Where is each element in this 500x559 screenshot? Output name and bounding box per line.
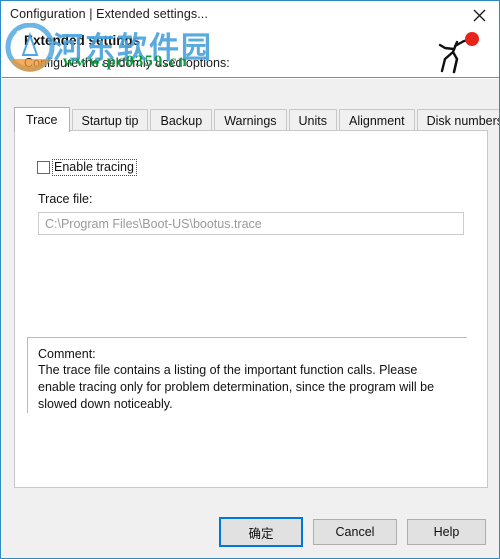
help-button[interactable]: Help	[407, 519, 486, 545]
close-button[interactable]	[458, 2, 499, 29]
running-figure-logo-icon	[424, 28, 488, 80]
enable-tracing-label: Enable tracing	[52, 159, 137, 176]
dialog-footer: 确定 Cancel Help	[2, 503, 499, 558]
comment-body: The trace file contains a listing of the…	[38, 363, 435, 411]
dialog-body: Trace Startup tip Backup Warnings Units …	[2, 79, 499, 503]
trace-file-input[interactable]	[38, 212, 464, 235]
tab-backup[interactable]: Backup	[150, 109, 213, 131]
header-banner: Extended settings Configure the seldomly…	[2, 28, 499, 80]
comment-title: Comment:	[38, 347, 96, 361]
page-subtitle: Configure the seldomly used options:	[24, 56, 230, 70]
tab-trace[interactable]: Trace	[14, 107, 70, 132]
tab-startup-tip[interactable]: Startup tip	[71, 109, 149, 131]
close-icon	[473, 9, 486, 22]
enable-tracing-checkbox[interactable]	[37, 161, 50, 174]
trace-file-label: Trace file:	[38, 192, 93, 206]
tab-units[interactable]: Units	[288, 109, 338, 131]
window-title: Configuration | Extended settings...	[10, 7, 208, 21]
cancel-button[interactable]: Cancel	[313, 519, 397, 545]
tab-disk-numbers[interactable]: Disk numbers	[416, 109, 499, 131]
extended-settings-dialog: Configuration | Extended settings... Ext…	[0, 0, 500, 559]
ok-button[interactable]: 确定	[219, 517, 303, 547]
tab-strip: Trace Startup tip Backup Warnings Units …	[14, 107, 499, 132]
enable-tracing-checkbox-row[interactable]: Enable tracing	[37, 159, 137, 176]
tab-alignment[interactable]: Alignment	[339, 109, 415, 131]
tab-panel-trace: Enable tracing Trace file: Comment: The …	[14, 130, 488, 488]
comment-group: Comment: The trace file contains a listi…	[27, 337, 467, 413]
title-bar: Configuration | Extended settings...	[2, 2, 499, 30]
tab-warnings[interactable]: Warnings	[214, 109, 287, 131]
page-title: Extended settings	[24, 33, 141, 48]
